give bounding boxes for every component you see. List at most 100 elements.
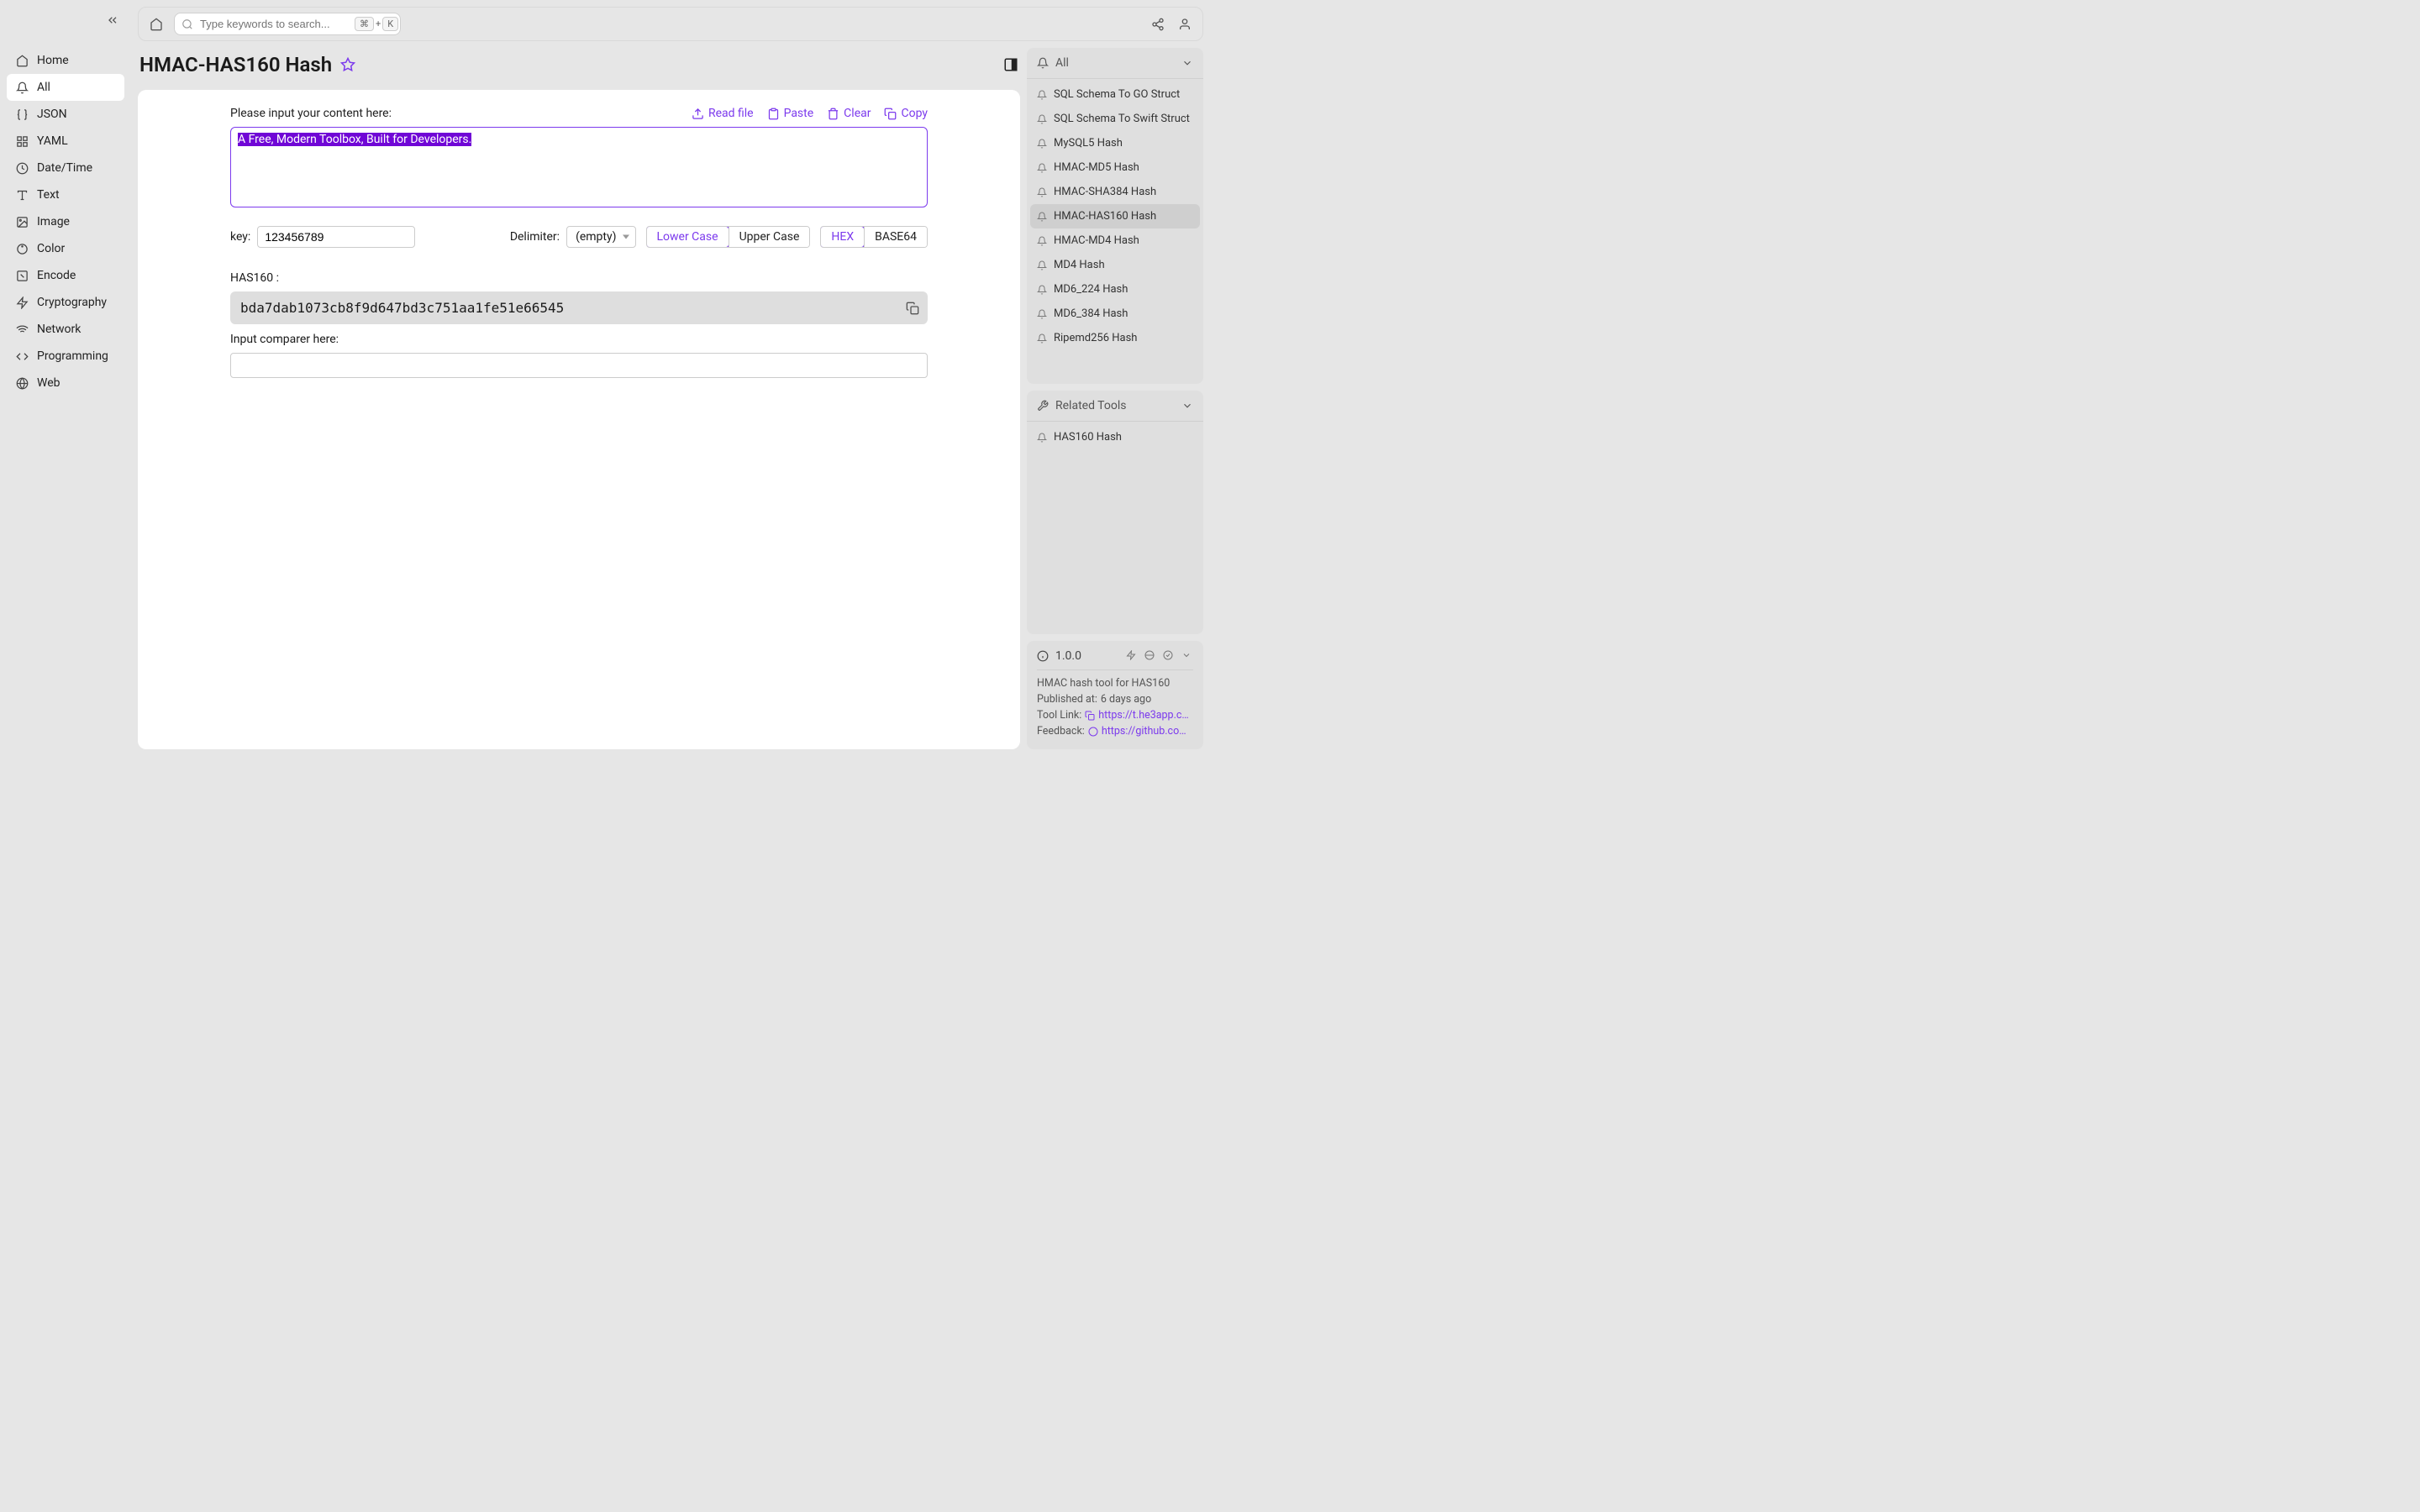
- sidebar-item-json[interactable]: JSON: [7, 101, 124, 128]
- bell-icon: [1037, 57, 1049, 69]
- base64-button[interactable]: BASE64: [865, 227, 927, 247]
- all-list-item[interactable]: Ripemd256 Hash: [1030, 326, 1200, 350]
- bell-icon: [1037, 333, 1047, 344]
- delimiter-label: Delimiter:: [510, 230, 560, 244]
- bell-icon: [1037, 285, 1047, 295]
- bell-icon: [1037, 212, 1047, 222]
- share-button[interactable]: [1149, 15, 1167, 34]
- sidebar-item-programming[interactable]: Programming: [7, 343, 124, 370]
- search-box[interactable]: ⌘ + K: [174, 13, 401, 35]
- output-value: bda7dab1073cb8f9d647bd3c751aa1fe51e66545: [240, 300, 564, 316]
- content-input[interactable]: A Free, Modern Toolbox, Built for Develo…: [230, 127, 928, 207]
- lower-case-button[interactable]: Lower Case: [646, 226, 729, 248]
- bell-icon: [1037, 139, 1047, 149]
- bell-icon: [1037, 260, 1047, 270]
- sidebar-item-label: JSON: [37, 108, 67, 121]
- sidebar-item-cryptography[interactable]: Cryptography: [7, 289, 124, 316]
- sidebar-item-color[interactable]: Color: [7, 235, 124, 262]
- user-button[interactable]: [1176, 15, 1194, 34]
- all-list-item[interactable]: HMAC-HAS160 Hash: [1030, 204, 1200, 228]
- home-button[interactable]: [147, 15, 166, 34]
- paste-button[interactable]: Paste: [767, 107, 814, 120]
- search-icon: [182, 18, 193, 30]
- all-list-item[interactable]: MD6_384 Hash: [1030, 302, 1200, 326]
- all-header: All: [1055, 56, 1069, 70]
- encoding-toggle: HEX BASE64: [820, 226, 928, 248]
- lightning-icon: [15, 296, 29, 309]
- upper-case-button[interactable]: Upper Case: [729, 227, 810, 247]
- delimiter-select[interactable]: (empty): [566, 226, 635, 248]
- type-icon: [15, 188, 29, 202]
- bell-icon: [1037, 433, 1047, 443]
- output-box: bda7dab1073cb8f9d647bd3c751aa1fe51e66545: [230, 291, 928, 324]
- chevron-down-icon[interactable]: [1181, 57, 1193, 69]
- search-shortcut: ⌘ + K: [355, 17, 398, 31]
- tool-card: Please input your content here: Read fil…: [138, 90, 1020, 749]
- copy-output-button[interactable]: [906, 302, 919, 315]
- all-list-item[interactable]: HMAC-MD4 Hash: [1030, 228, 1200, 253]
- sidebar-item-network[interactable]: Network: [7, 316, 124, 343]
- clear-button[interactable]: Clear: [827, 107, 871, 120]
- case-toggle: Lower Case Upper Case: [646, 226, 811, 248]
- sidebar-item-web[interactable]: Web: [7, 370, 124, 396]
- copy-icon[interactable]: [1085, 711, 1095, 721]
- sidebar: Home All JSON YAML Date/Time Text: [0, 0, 131, 756]
- chevron-down-icon[interactable]: [1181, 400, 1193, 412]
- globe-icon: [1144, 650, 1156, 662]
- wifi-icon: [15, 323, 29, 336]
- grid-icon: [15, 134, 29, 148]
- topbar: ⌘ + K: [138, 7, 1203, 41]
- tool-link[interactable]: https://t.he3app.co…: [1098, 709, 1193, 722]
- sidebar-item-label: Cryptography: [37, 296, 107, 309]
- sidebar-item-label: Image: [37, 215, 70, 228]
- sidebar-item-text[interactable]: Text: [7, 181, 124, 208]
- collapse-sidebar-button[interactable]: [106, 13, 119, 27]
- related-list-item[interactable]: HAS160 Hash: [1030, 425, 1200, 449]
- bell-icon: [1037, 90, 1047, 100]
- panel-toggle-button[interactable]: [1003, 57, 1018, 72]
- home-icon: [15, 54, 29, 67]
- published-label: Published at:: [1037, 693, 1097, 706]
- comparer-input[interactable]: [230, 353, 928, 378]
- bell-icon: [1037, 163, 1047, 173]
- all-list-item[interactable]: SQL Schema To Swift Struct: [1030, 107, 1200, 131]
- link-icon: [1088, 727, 1098, 737]
- sidebar-item-datetime[interactable]: Date/Time: [7, 155, 124, 181]
- all-list-item[interactable]: MySQL5 Hash: [1030, 131, 1200, 155]
- key-input[interactable]: [257, 226, 415, 248]
- tool-link-label: Tool Link:: [1037, 709, 1081, 722]
- all-list-item[interactable]: SQL Schema To GO Struct: [1030, 82, 1200, 107]
- version-label: 1.0.0: [1055, 649, 1081, 663]
- sidebar-item-label: All: [37, 81, 50, 94]
- clock-icon: [15, 161, 29, 175]
- sidebar-item-label: Text: [37, 188, 60, 202]
- feedback-link[interactable]: https://github.com/…: [1102, 725, 1193, 738]
- encode-icon: [15, 269, 29, 282]
- sidebar-item-yaml[interactable]: YAML: [7, 128, 124, 155]
- info-card: 1.0.0 HMAC hash tool for HAS160 Publishe…: [1027, 641, 1203, 749]
- sidebar-item-label: Home: [37, 54, 69, 67]
- all-list-item[interactable]: HMAC-MD5 Hash: [1030, 155, 1200, 180]
- sidebar-item-encode[interactable]: Encode: [7, 262, 124, 289]
- sidebar-item-image[interactable]: Image: [7, 208, 124, 235]
- sidebar-item-home[interactable]: Home: [7, 47, 124, 74]
- bell-icon: [1037, 236, 1047, 246]
- hex-button[interactable]: HEX: [820, 226, 865, 248]
- sidebar-item-label: YAML: [37, 134, 68, 148]
- all-list-item[interactable]: HMAC-SHA384 Hash: [1030, 180, 1200, 204]
- favorite-button[interactable]: [340, 57, 355, 72]
- related-tools-card: Related Tools HAS160 Hash: [1027, 391, 1203, 634]
- feedback-label: Feedback:: [1037, 725, 1085, 738]
- all-list-item[interactable]: MD4 Hash: [1030, 253, 1200, 277]
- bell-icon: [1037, 309, 1047, 319]
- lightning-icon: [1126, 650, 1138, 662]
- sidebar-item-label: Programming: [37, 349, 108, 363]
- sidebar-item-all[interactable]: All: [7, 74, 124, 101]
- read-file-button[interactable]: Read file: [692, 107, 754, 120]
- all-list-item[interactable]: MD6_224 Hash: [1030, 277, 1200, 302]
- copy-button[interactable]: Copy: [884, 107, 928, 120]
- right-panel: All SQL Schema To GO StructSQL Schema To…: [1027, 48, 1203, 749]
- search-input[interactable]: [200, 18, 348, 30]
- palette-icon: [15, 242, 29, 255]
- chevron-down-icon[interactable]: [1181, 650, 1193, 662]
